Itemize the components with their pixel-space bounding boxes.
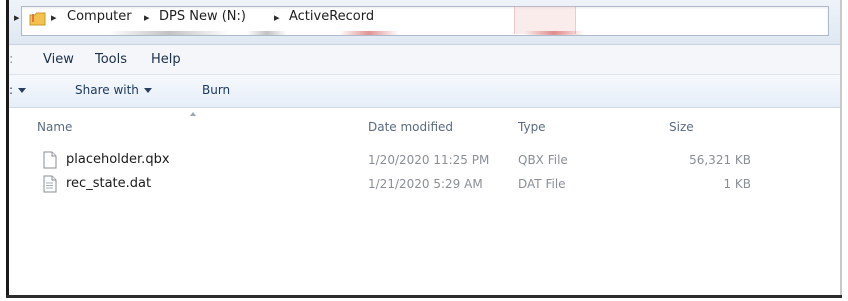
toolbar-edge-fragment[interactable]: : [9, 83, 27, 97]
crumb-drive[interactable]: DPS New (N:) [159, 9, 246, 24]
file-list: Name Date modified Type Size placeholder… [9, 108, 840, 295]
file-row[interactable]: placeholder.qbx 1/20/2020 11:25 PM QBX F… [9, 150, 840, 174]
file-date: 1/21/2020 5:29 AM [368, 177, 483, 191]
underline-mark [339, 31, 399, 35]
underline-mark [109, 31, 229, 35]
file-type: DAT File [518, 177, 566, 191]
menu-tools[interactable]: Tools [95, 52, 127, 67]
crumb-separator-icon[interactable]: ▸ [51, 11, 57, 24]
share-with-label: Share with [75, 83, 139, 97]
file-size: 1 KB [723, 177, 751, 191]
window-right-edge [840, 0, 842, 298]
file-type: QBX File [518, 153, 568, 167]
file-name: rec_state.dat [66, 176, 152, 191]
crumb-computer[interactable]: Computer [67, 9, 132, 24]
crumb-separator-icon[interactable]: ▸ [144, 11, 150, 24]
menu-view[interactable]: View [43, 52, 74, 67]
dropdown-caret-icon [18, 88, 27, 93]
folder-icon [29, 12, 46, 26]
share-with-button[interactable]: Share with [75, 83, 152, 97]
column-header-type[interactable]: Type [518, 120, 546, 134]
column-header-size[interactable]: Size [669, 120, 694, 134]
menu-edge-fragment: : [9, 52, 14, 67]
address-highlight [514, 6, 576, 34]
window-bottom-edge [6, 295, 842, 298]
window-left-edge [6, 0, 9, 298]
crumb-separator-icon[interactable]: ▸ [274, 11, 280, 24]
blank-file-icon [43, 151, 57, 169]
menu-help[interactable]: Help [151, 52, 181, 67]
text-file-icon [43, 175, 57, 193]
explorer-window: ▸ ▸ Computer ▸ DPS New (N:) ▸ ActiveReco… [0, 0, 848, 301]
back-arrow-icon[interactable]: ▸ [14, 11, 20, 24]
underline-mark [524, 31, 584, 35]
column-header-date[interactable]: Date modified [368, 120, 453, 134]
underline-mark [247, 31, 287, 35]
file-size: 56,321 KB [689, 153, 751, 167]
menu-bar: : View Tools Help [9, 45, 840, 75]
dropdown-caret-icon [143, 88, 152, 93]
file-name: placeholder.qbx [66, 152, 170, 167]
address-bar: ▸ ▸ Computer ▸ DPS New (N:) ▸ ActiveReco… [9, 0, 840, 45]
burn-button[interactable]: Burn [202, 83, 230, 97]
command-toolbar: : Share with Burn [9, 75, 840, 108]
sort-indicator-icon [190, 112, 196, 116]
crumb-folder[interactable]: ActiveRecord [289, 9, 374, 24]
column-header-name[interactable]: Name [37, 120, 72, 134]
file-date: 1/20/2020 11:25 PM [368, 153, 490, 167]
file-row[interactable]: rec_state.dat 1/21/2020 5:29 AM DAT File… [9, 174, 840, 198]
